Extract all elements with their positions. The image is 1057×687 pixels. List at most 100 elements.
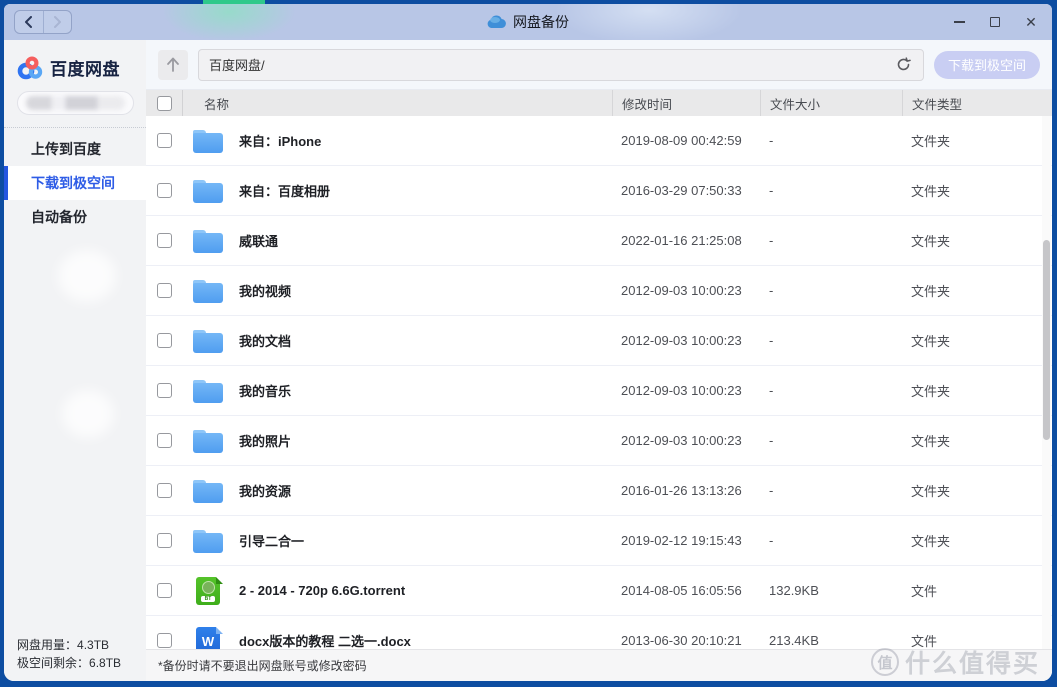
row-checkbox[interactable]: [157, 183, 172, 198]
table-row[interactable]: 我的音乐 2012-09-03 10:00:23 - 文件夹: [146, 366, 1052, 416]
row-checkbox[interactable]: [157, 633, 172, 648]
file-name[interactable]: 来自：百度相册: [239, 181, 330, 200]
file-name-cell: BT 2 - 2014 - 720p 6.6G.torrent: [183, 576, 612, 606]
file-name-cell: 来自：百度相册: [183, 176, 612, 206]
table-row[interactable]: 我的照片 2012-09-03 10:00:23 - 文件夹: [146, 416, 1052, 466]
file-type-icon: [193, 326, 223, 356]
table-row[interactable]: 来自：iPhone 2019-08-09 00:42:59 - 文件夹: [146, 116, 1052, 166]
file-size: -: [760, 283, 902, 298]
storage-value: 4.3TB: [77, 638, 109, 652]
select-all-checkbox[interactable]: [157, 96, 172, 111]
modified-time: 2014-08-05 16:05:56: [612, 583, 760, 598]
file-name[interactable]: 来自：iPhone: [239, 131, 321, 150]
sidebar-menu-item[interactable]: 上传到百度: [4, 132, 146, 166]
modified-time: 2019-02-12 19:15:43: [612, 533, 760, 548]
file-size: -: [760, 533, 902, 548]
file-name-cell: 来自：iPhone: [183, 126, 612, 156]
netdisk-backup-window: 网盘备份 ✕ 百度网盘 上传到: [4, 4, 1052, 681]
scrollbar-thumb[interactable]: [1043, 240, 1050, 440]
download-to-zspace-button[interactable]: 下载到极空间: [934, 51, 1040, 79]
file-name[interactable]: 我的资源: [239, 481, 291, 500]
file-type-icon: [193, 176, 223, 206]
row-checkbox[interactable]: [157, 333, 172, 348]
file-name[interactable]: 我的视频: [239, 281, 291, 300]
file-type-icon: [193, 476, 223, 506]
row-checkbox[interactable]: [157, 483, 172, 498]
sidebar: 百度网盘 上传到百度 下载到极空间 自动备份 网盘用: [4, 40, 146, 681]
footer-bar: *备份时请不要退出网盘账号或修改密码: [146, 649, 1052, 681]
column-label: 修改时间: [622, 94, 672, 113]
column-label: 名称: [204, 94, 229, 113]
brand-name: 百度网盘: [50, 55, 120, 80]
file-size: -: [760, 133, 902, 148]
table-row[interactable]: W docx版本的教程 二选一.docx 2013-06-30 20:10:21…: [146, 616, 1052, 649]
modified-time: 2012-09-03 10:00:23: [612, 283, 760, 298]
icon-glyph-label: BT: [201, 596, 215, 602]
table-row[interactable]: 我的资源 2016-01-26 13:13:26 - 文件夹: [146, 466, 1052, 516]
file-name[interactable]: 我的音乐: [239, 381, 291, 400]
row-checkbox[interactable]: [157, 583, 172, 598]
sidebar-menu-item-label: 下载到极空间: [31, 173, 115, 193]
file-name[interactable]: 我的照片: [239, 431, 291, 450]
table-row[interactable]: 来自：百度相册 2016-03-29 07:50:33 - 文件夹: [146, 166, 1052, 216]
row-checkbox-wrap: [146, 566, 183, 615]
modified-time: 2012-09-03 10:00:23: [612, 383, 760, 398]
file-type: 文件夹: [902, 431, 1052, 450]
row-checkbox[interactable]: [157, 533, 172, 548]
file-name-cell: W docx版本的教程 二选一.docx: [183, 626, 612, 650]
file-type: 文件夹: [902, 381, 1052, 400]
file-type: 文件: [902, 581, 1052, 600]
sidebar-menu-item[interactable]: 自动备份: [4, 200, 146, 234]
table-row[interactable]: 威联通 2022-01-16 21:25:08 - 文件夹: [146, 216, 1052, 266]
content: 百度网盘/ 下载到极空间 名称: [146, 40, 1052, 681]
path-input[interactable]: 百度网盘/: [198, 49, 924, 81]
row-checkbox[interactable]: [157, 433, 172, 448]
file-type-icon: [193, 426, 223, 456]
row-checkbox[interactable]: [157, 383, 172, 398]
file-name[interactable]: 威联通: [239, 231, 278, 250]
path-value: 百度网盘/: [209, 55, 895, 74]
row-checkbox-wrap: [146, 166, 183, 215]
file-name[interactable]: 我的文档: [239, 331, 291, 350]
file-size: -: [760, 183, 902, 198]
close-button[interactable]: ✕: [1024, 15, 1038, 29]
refresh-button[interactable]: [895, 57, 913, 72]
file-name[interactable]: docx版本的教程 二选一.docx: [239, 631, 411, 649]
username-box[interactable]: [17, 91, 134, 115]
file-size: -: [760, 333, 902, 348]
storage-line: 极空间剩余：6.8TB: [17, 654, 121, 672]
row-checkbox[interactable]: [157, 283, 172, 298]
modified-time: 2022-01-16 21:25:08: [612, 233, 760, 248]
column-header-date[interactable]: 修改时间: [612, 90, 760, 116]
file-type-icon: [193, 226, 223, 256]
window-controls: ✕: [952, 4, 1038, 40]
column-label: 文件大小: [770, 94, 820, 113]
row-checkbox[interactable]: [157, 133, 172, 148]
table-row[interactable]: 我的文档 2012-09-03 10:00:23 - 文件夹: [146, 316, 1052, 366]
column-header-name[interactable]: 名称: [183, 94, 612, 113]
column-header-size[interactable]: 文件大小: [760, 90, 902, 116]
table-row[interactable]: 引导二合一 2019-02-12 19:15:43 - 文件夹: [146, 516, 1052, 566]
file-name[interactable]: 2 - 2014 - 720p 6.6G.torrent: [239, 583, 405, 598]
file-size: -: [760, 383, 902, 398]
maximize-button[interactable]: [988, 15, 1002, 29]
sidebar-menu-item[interactable]: 下载到极空间: [4, 166, 146, 200]
file-name-cell: 我的资源: [183, 476, 612, 506]
file-name-cell: 我的照片: [183, 426, 612, 456]
row-checkbox-wrap: [146, 516, 183, 565]
file-type: 文件夹: [902, 281, 1052, 300]
file-name[interactable]: 引导二合一: [239, 531, 304, 550]
table-row[interactable]: BT 2 - 2014 - 720p 6.6G.torrent 2014-08-…: [146, 566, 1052, 616]
page-fold: [216, 577, 223, 584]
row-checkbox-wrap: [146, 216, 183, 265]
page-title: 网盘备份: [513, 12, 569, 32]
minimize-button[interactable]: [952, 15, 966, 29]
select-all-wrap: [146, 90, 183, 116]
file-list: 来自：iPhone 2019-08-09 00:42:59 - 文件夹: [146, 116, 1052, 649]
file-size: -: [760, 433, 902, 448]
go-up-button[interactable]: [158, 50, 188, 80]
table-row[interactable]: 我的视频 2012-09-03 10:00:23 - 文件夹: [146, 266, 1052, 316]
file-name-cell: 威联通: [183, 226, 612, 256]
column-header-type[interactable]: 文件类型: [902, 90, 1052, 116]
row-checkbox[interactable]: [157, 233, 172, 248]
